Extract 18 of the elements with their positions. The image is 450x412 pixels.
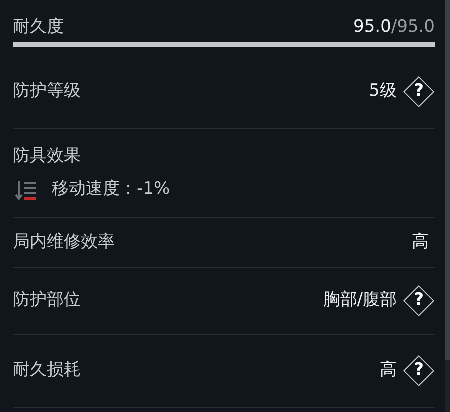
- stat-value: 胸部/腹部: [323, 289, 397, 312]
- sort-decrease-icon: [15, 178, 39, 201]
- durability-current: 95.0: [354, 16, 392, 38]
- stat-label: 防护部位: [13, 289, 81, 312]
- stat-label: 防护等级: [13, 80, 81, 103]
- effect-text: 移动速度：-1%: [52, 178, 170, 201]
- stat-label: 耐久损耗: [13, 359, 81, 382]
- scrollbar-thumb[interactable]: [445, 0, 450, 360]
- help-button[interactable]: ?: [403, 76, 435, 108]
- stat-value: 5级: [369, 80, 397, 103]
- durability-label: 耐久度: [13, 16, 64, 38]
- section-title: 防具效果: [13, 144, 82, 168]
- stat-value: 高: [412, 230, 429, 254]
- stat-value: 高: [380, 359, 397, 382]
- help-button[interactable]: ?: [403, 285, 435, 317]
- stat-label: 局内维修效率: [13, 230, 115, 254]
- durability-max: /95.0: [391, 16, 435, 38]
- help-button[interactable]: ?: [403, 355, 435, 387]
